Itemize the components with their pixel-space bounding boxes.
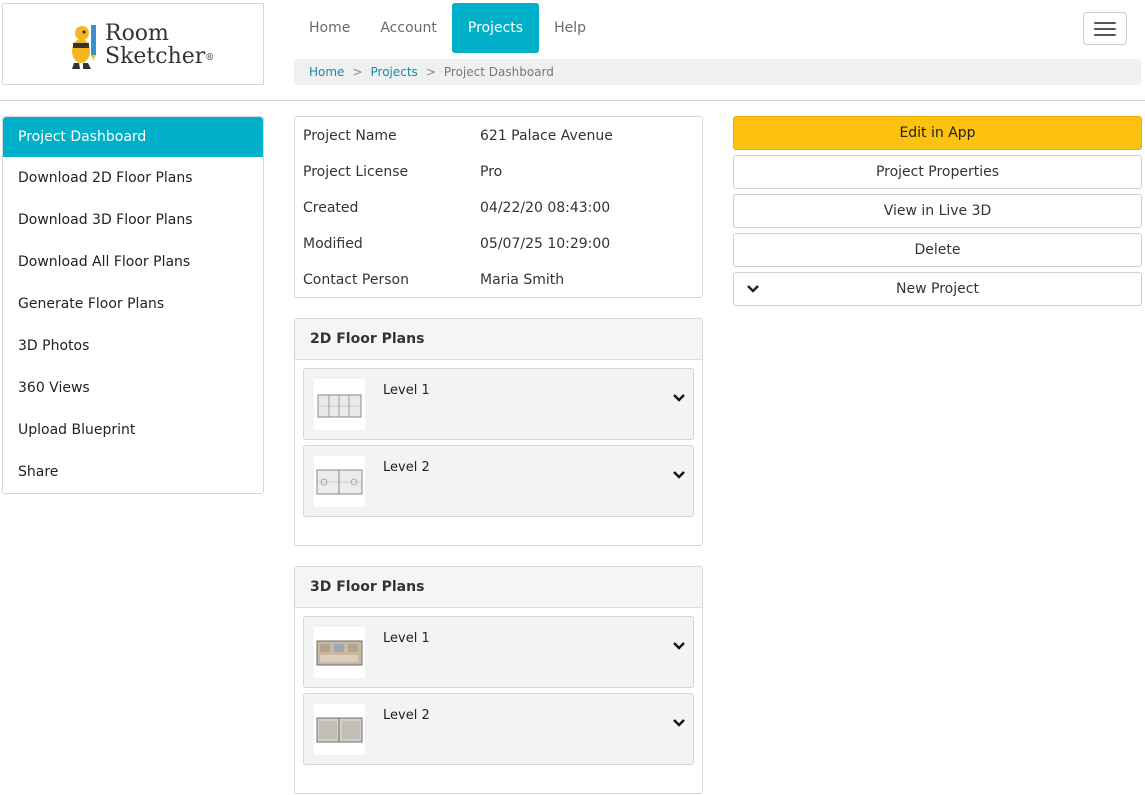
info-value: Maria Smith: [480, 272, 565, 288]
floor-plan-thumbnail: [314, 379, 365, 430]
plan-card-2d-level-2[interactable]: Level 2: [303, 445, 694, 517]
breadcrumb-separator: >: [425, 65, 436, 79]
plan-level-label: Level 1: [383, 631, 430, 646]
sidebar-item-upload-blueprint[interactable]: Upload Blueprint: [3, 409, 263, 451]
info-row: Project Name 621 Palace Avenue: [295, 118, 702, 154]
plan-card-3d-level-2[interactable]: Level 2: [303, 693, 694, 765]
panel-title: 2D Floor Plans: [295, 319, 702, 360]
plan-level-label: Level 2: [383, 708, 430, 723]
top-nav: Home Account Projects Help: [294, 3, 601, 53]
info-value: 05/07/25 10:29:00: [480, 236, 611, 252]
chevron-down-icon[interactable]: [672, 468, 686, 482]
breadcrumb-current: Project Dashboard: [443, 65, 554, 79]
sidebar-item-generate[interactable]: Generate Floor Plans: [3, 283, 263, 325]
hamburger-icon[interactable]: [1083, 12, 1127, 45]
brand-line-2: Sketcher: [105, 44, 206, 69]
floor-plan-thumbnail: [314, 704, 365, 755]
new-project-label: New Project: [896, 281, 979, 297]
nav-home[interactable]: Home: [294, 3, 365, 53]
info-value: 621 Palace Avenue: [480, 128, 613, 144]
info-key: Created: [303, 200, 359, 216]
info-row: Created 04/22/20 08:43:00: [295, 190, 702, 226]
info-key: Contact Person: [303, 272, 409, 288]
sketcher-mascot-icon: [72, 25, 96, 69]
project-info: Project Name 621 Palace Avenue Project L…: [294, 116, 703, 298]
sidebar-item-download-2d[interactable]: Download 2D Floor Plans: [3, 157, 263, 199]
info-value: Pro: [480, 164, 503, 180]
nav-help[interactable]: Help: [539, 3, 601, 53]
brand-wordmark: Room Sketcher®: [105, 22, 214, 68]
edit-in-app-button[interactable]: Edit in App: [733, 116, 1142, 150]
info-row: Project License Pro: [295, 154, 702, 190]
panel-3d-floor-plans: 3D Floor Plans Level 1 Level 2: [294, 566, 703, 794]
info-key: Modified: [303, 236, 363, 252]
chevron-down-icon[interactable]: [672, 716, 686, 730]
nav-projects[interactable]: Projects: [451, 3, 540, 53]
plan-card-3d-level-1[interactable]: Level 1: [303, 616, 694, 688]
breadcrumb-home[interactable]: Home: [309, 65, 344, 79]
logo[interactable]: Room Sketcher®: [2, 3, 264, 85]
hamburger-bar: [1094, 27, 1116, 30]
panel-2d-floor-plans: 2D Floor Plans Level 1 Level 2: [294, 318, 703, 546]
plan-level-label: Level 1: [383, 383, 430, 398]
view-live-3d-button[interactable]: View in Live 3D: [733, 194, 1142, 228]
plan-card-2d-level-1[interactable]: Level 1: [303, 368, 694, 440]
sidebar-item-download-all[interactable]: Download All Floor Plans: [3, 241, 263, 283]
floor-plan-thumbnail: [314, 456, 365, 507]
breadcrumb-projects[interactable]: Projects: [371, 65, 418, 79]
info-value: 04/22/20 08:43:00: [480, 200, 611, 216]
chevron-down-icon[interactable]: [672, 391, 686, 405]
info-key: Project License: [303, 164, 409, 180]
panel-title: 3D Floor Plans: [295, 567, 702, 608]
floor-plan-thumbnail: [314, 627, 365, 678]
sidebar-item-3d-photos[interactable]: 3D Photos: [3, 325, 263, 367]
sidebar-item-360-views[interactable]: 360 Views: [3, 367, 263, 409]
chevron-down-icon: [747, 285, 759, 293]
chevron-down-icon[interactable]: [672, 639, 686, 653]
sidebar: Project Dashboard Download 2D Floor Plan…: [2, 116, 264, 494]
sidebar-item-download-3d[interactable]: Download 3D Floor Plans: [3, 199, 263, 241]
delete-button[interactable]: Delete: [733, 233, 1142, 267]
new-project-button[interactable]: New Project: [733, 272, 1142, 306]
sidebar-item-project-dashboard[interactable]: Project Dashboard: [3, 117, 263, 157]
info-row: Modified 05/07/25 10:29:00: [295, 226, 702, 262]
breadcrumb-separator: >: [352, 65, 363, 79]
project-properties-button[interactable]: Project Properties: [733, 155, 1142, 189]
hamburger-bar: [1094, 33, 1116, 36]
info-row: Contact Person Maria Smith: [295, 262, 702, 298]
breadcrumb: Home > Projects > Project Dashboard: [294, 59, 1141, 85]
plan-level-label: Level 2: [383, 460, 430, 475]
info-key: Project Name: [303, 128, 397, 144]
nav-account[interactable]: Account: [365, 3, 452, 53]
brand-line-1: Room: [105, 21, 169, 46]
sidebar-item-share[interactable]: Share: [3, 451, 263, 493]
registered-mark: ®: [205, 53, 215, 63]
hamburger-bar: [1094, 21, 1116, 24]
header-divider: [0, 100, 1145, 101]
